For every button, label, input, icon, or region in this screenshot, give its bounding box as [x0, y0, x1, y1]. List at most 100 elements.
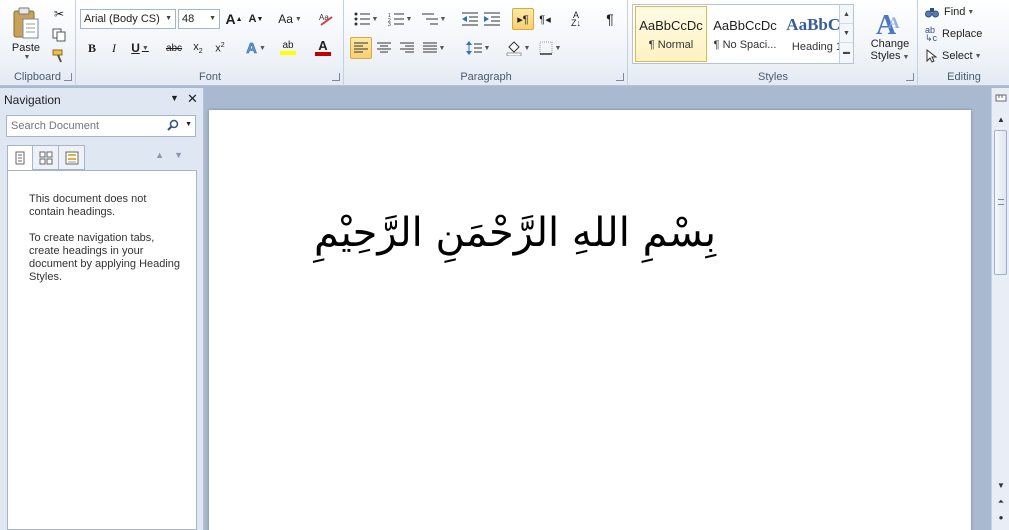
svg-text:3: 3 — [388, 22, 391, 26]
chevron-down-icon: ▼ — [967, 8, 975, 16]
increase-indent-icon — [484, 12, 500, 26]
decrease-indent-icon — [462, 12, 478, 26]
format-painter-button[interactable] — [48, 45, 70, 67]
nav-browse-arrows: ▲▼ — [155, 150, 193, 160]
grow-font-button[interactable]: A ▲ — [223, 8, 245, 30]
align-right-button[interactable] — [396, 37, 418, 59]
ltr-direction-button[interactable]: ▸¶ — [512, 8, 534, 30]
font-color-button[interactable]: A — [307, 37, 339, 59]
gallery-more-button[interactable]: ▬ — [840, 43, 853, 62]
search-document-input[interactable] — [7, 120, 157, 132]
chevron-down-icon: ▼ — [405, 15, 413, 23]
chevron-down-icon: ▼ — [294, 15, 302, 23]
search-icon[interactable] — [167, 119, 179, 134]
previous-page-button[interactable]: ⏶ — [993, 494, 1009, 510]
navigation-title: Navigation — [4, 93, 61, 107]
borders-button[interactable]: ▼ — [535, 37, 565, 59]
bullets-button[interactable]: ▼ — [351, 8, 381, 30]
tab-pages[interactable] — [33, 145, 59, 170]
chevron-down-icon[interactable]: ▼ — [185, 121, 192, 128]
scroll-down-button[interactable]: ▼ — [993, 478, 1009, 494]
binoculars-icon — [925, 8, 939, 18]
subscript-button[interactable]: x2 — [187, 37, 209, 59]
change-case-button[interactable]: Aa ▼ — [275, 8, 305, 30]
show-formatting-button[interactable]: ¶ — [599, 8, 621, 30]
bold-button[interactable]: B — [81, 37, 103, 59]
superscript-button[interactable]: x2 — [209, 37, 231, 59]
chevron-down-icon: ▼ — [523, 44, 531, 52]
scroll-up-button[interactable]: ▲ — [993, 112, 1009, 128]
change-case-label: Aa — [278, 12, 293, 26]
superscript-icon: x2 — [215, 41, 225, 55]
style-sample: AaBbCcDc — [639, 17, 703, 33]
scroll-thumb[interactable] — [994, 130, 1007, 275]
strikethrough-button[interactable]: abc — [163, 37, 185, 59]
align-right-icon — [400, 42, 414, 53]
gallery-up-button[interactable]: ▲ — [840, 5, 853, 24]
copy-button[interactable] — [48, 24, 70, 46]
chevron-down-icon: ▼ — [483, 44, 491, 52]
tab-headings[interactable] — [7, 145, 33, 170]
paragraph-group: ▼ 123 ▼ ▼ ▸¶ ¶◂ A Z↓ ¶ ▼ ▼ ▼ ▼ Paragraph — [345, 0, 628, 86]
font-name-combo[interactable]: Arial (Body CS) ▼ — [80, 9, 176, 29]
ruler-toggle-button[interactable] — [993, 92, 1009, 108]
style-name: ¶ Normal — [648, 38, 694, 51]
font-group: Arial (Body CS) ▼ 48 ▼ A ▲ A ▼ Aa ▼ Aa B I … — [77, 0, 344, 86]
paragraph-launcher[interactable] — [616, 73, 624, 81]
replace-label: Replace — [942, 28, 983, 40]
tab-results[interactable] — [59, 145, 85, 170]
paste-icon — [13, 7, 39, 39]
clipboard-launcher[interactable] — [64, 73, 72, 81]
font-size-combo[interactable]: 48 ▼ — [178, 9, 220, 29]
paint-bucket-icon — [506, 41, 522, 56]
font-launcher[interactable] — [332, 73, 340, 81]
browse-up-icon[interactable]: ▲ — [155, 150, 174, 160]
browse-down-icon[interactable]: ▼ — [174, 150, 193, 160]
browse-object-button[interactable]: ● — [993, 510, 1009, 526]
numbering-button[interactable]: 123 ▼ — [385, 8, 415, 30]
clear-formatting-button[interactable]: Aa — [315, 8, 337, 30]
paste-button[interactable]: Paste ▼ — [4, 4, 48, 64]
align-left-button[interactable] — [350, 37, 372, 59]
line-spacing-icon — [465, 41, 482, 55]
replace-button[interactable]: ab ↳c Replace — [925, 25, 982, 43]
increase-indent-button[interactable] — [481, 8, 503, 30]
close-pane-button[interactable]: ✕ — [187, 91, 198, 107]
cut-button[interactable]: ✂ — [48, 3, 70, 25]
change-styles-button[interactable]: A A Change Styles ▼ — [865, 4, 915, 66]
highlight-button[interactable]: ab — [273, 37, 303, 59]
line-spacing-button[interactable]: ▼ — [463, 37, 493, 59]
find-button[interactable]: Find ▼ — [925, 3, 974, 21]
chevron-down-icon: ▼ — [258, 44, 266, 52]
rtl-direction-button[interactable]: ¶◂ — [534, 8, 556, 30]
select-button[interactable]: Select ▼ — [925, 47, 982, 65]
italic-button[interactable]: I — [103, 37, 125, 59]
justify-button[interactable]: ▼ — [419, 37, 449, 59]
document-page[interactable]: بِسْمِ اللهِ الرَّحْمَنِ الرَّحِيْمِ — [209, 110, 971, 530]
styles-group-label: Styles — [758, 71, 788, 83]
styles-gallery: AaBbCcDc ¶ Normal AaBbCcDc ¶ No Spaci...… — [632, 4, 854, 64]
style-no-spacing[interactable]: AaBbCcDc ¶ No Spaci... — [709, 6, 781, 62]
multilevel-list-button[interactable]: ▼ — [419, 8, 449, 30]
svg-text:A: A — [888, 15, 900, 32]
styles-gallery-scroll: ▲ ▼ ▬ — [839, 5, 853, 63]
page-thumbnails-icon — [39, 151, 52, 164]
pane-options-button[interactable]: ▼ — [170, 92, 179, 104]
align-center-button[interactable] — [373, 37, 395, 59]
styles-launcher[interactable] — [906, 73, 914, 81]
search-results-icon — [65, 151, 78, 164]
shading-button[interactable]: ▼ — [503, 37, 533, 59]
shrink-font-button[interactable]: A ▼ — [245, 8, 267, 30]
vertical-scrollbar[interactable]: ▲ ▼ ⏶ ● — [991, 88, 1009, 530]
font-size-value: 48 — [182, 13, 195, 25]
text-effects-button[interactable]: A ▼ — [241, 37, 271, 59]
chevron-down-icon: ▼ — [23, 54, 31, 61]
decrease-indent-button[interactable] — [459, 8, 481, 30]
style-normal[interactable]: AaBbCcDc ¶ Normal — [635, 6, 707, 62]
document-text[interactable]: بِسْمِ اللهِ الرَّحْمَنِ الرَّحِيْمِ — [264, 210, 716, 256]
text-effects-icon: A — [246, 39, 257, 57]
editing-group-label: Editing — [947, 71, 981, 83]
sort-button[interactable]: A Z↓ — [565, 8, 587, 30]
underline-button[interactable]: U ▼ — [125, 37, 155, 59]
gallery-down-button[interactable]: ▼ — [840, 24, 853, 43]
